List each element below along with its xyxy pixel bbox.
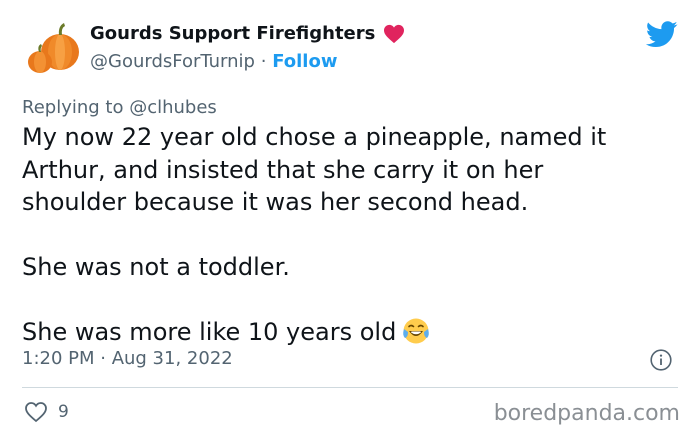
handle-row: @GourdsForTurnip · Follow: [90, 51, 337, 72]
tweet-line: She was more like 10 years old: [22, 318, 397, 346]
author-handle[interactable]: @GourdsForTurnip: [90, 51, 255, 72]
tweet-text: My now 22 year old chose a pineapple, na…: [22, 121, 692, 349]
like-count: 9: [58, 402, 69, 422]
red-heart-icon: [384, 24, 405, 43]
tears-of-joy-emoji-icon: [403, 318, 430, 344]
reply-prefix: Replying to: [22, 97, 124, 118]
tweet-line-last: She was more like 10 years old: [22, 316, 692, 349]
reply-to-handle[interactable]: @clhubes: [129, 97, 217, 118]
tweet-line: shoulder because it was her second head.: [22, 188, 529, 216]
pumpkin-avatar-icon[interactable]: [22, 18, 80, 76]
divider: [22, 387, 678, 388]
tweet-line: She was not a toddler.: [22, 253, 290, 281]
watermark: boredpanda.com: [493, 401, 680, 426]
author-name[interactable]: Gourds Support Firefighters: [90, 23, 375, 44]
follow-button[interactable]: Follow: [272, 51, 337, 72]
timestamp[interactable]: 1:20 PM · Aug 31, 2022: [22, 348, 233, 369]
author-name-row[interactable]: Gourds Support Firefighters: [90, 23, 405, 44]
tweet-line: Arthur, and insisted that she carry it o…: [22, 155, 544, 184]
heart-outline-icon[interactable]: [24, 401, 48, 423]
tweet-line: My now 22 year old chose a pineapple, na…: [22, 123, 607, 151]
separator-dot: ·: [260, 51, 267, 72]
replying-to: Replying to @clhubes: [22, 97, 217, 118]
twitter-bird-icon[interactable]: [646, 21, 678, 48]
info-icon[interactable]: [650, 349, 672, 371]
like-button[interactable]: 9: [24, 401, 69, 423]
